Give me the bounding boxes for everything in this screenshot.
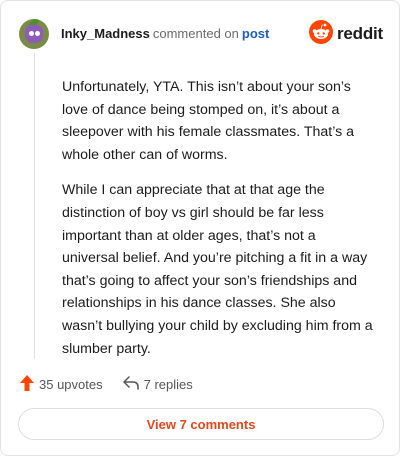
avatar[interactable]	[19, 19, 49, 49]
reddit-logo-icon	[308, 19, 333, 49]
reddit-brand[interactable]: reddit	[308, 19, 383, 49]
comment-body: Unfortunately, YTA. This isn’t about you…	[62, 76, 376, 373]
comment-meta: Inky_Madness commented on post	[61, 26, 269, 42]
comment-header: Inky_Madness commented on post reddit	[19, 17, 383, 51]
comment-card: Inky_Madness commented on post reddit Un…	[0, 0, 400, 456]
upvote-button[interactable]: 35 upvotes	[20, 374, 103, 394]
upvote-count: 35 upvotes	[39, 376, 103, 392]
replies-button[interactable]: 7 replies	[122, 375, 193, 393]
reply-count: 7 replies	[143, 376, 193, 392]
action-text: commented on	[152, 26, 239, 41]
post-link[interactable]: post	[242, 26, 269, 41]
thread-line	[34, 53, 35, 359]
username-link[interactable]: Inky_Madness	[61, 26, 150, 41]
reply-arrow-icon	[122, 375, 139, 393]
view-comments-button[interactable]: View 7 comments	[18, 408, 384, 440]
comment-actions: 35 upvotes 7 replies	[20, 373, 193, 395]
reddit-wordmark: reddit	[336, 24, 383, 43]
upvote-arrow-icon	[20, 374, 34, 394]
comment-paragraph: While I can appreciate that at that age …	[62, 182, 373, 357]
comment-paragraph: Unfortunately, YTA. This isn’t about you…	[62, 79, 355, 163]
